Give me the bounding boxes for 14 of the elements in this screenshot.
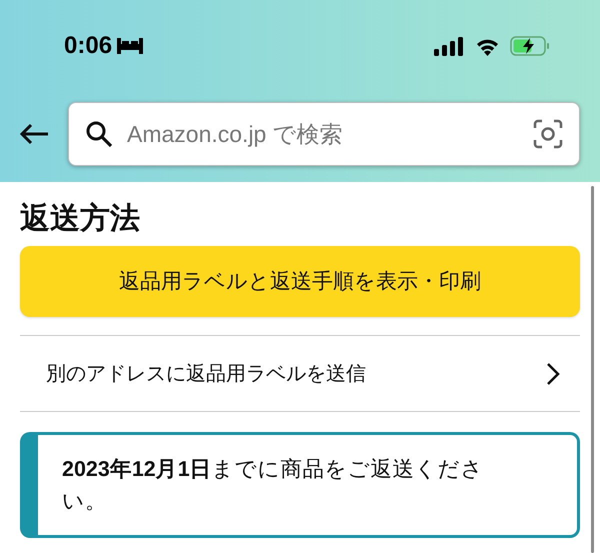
search-bar[interactable]: Amazon.co.jp で検索: [68, 102, 580, 166]
search-icon: [85, 120, 113, 148]
wifi-icon: [475, 36, 500, 56]
search-field[interactable]: Amazon.co.jp で検索: [127, 116, 533, 152]
return-deadline-text: 2023年12月1日までに商品をご返送ください。: [62, 456, 485, 515]
status-time: 0:06: [64, 31, 112, 61]
chevron-right-icon: [546, 362, 560, 386]
print-label-button[interactable]: 返品用ラベルと返送手順を表示・印刷: [20, 246, 580, 317]
battery-icon: [510, 36, 550, 56]
signal-icon: [434, 36, 465, 56]
send-label-row[interactable]: 別のアドレスに返品用ラベルを送信: [20, 336, 580, 411]
page-title: 返送方法: [20, 200, 141, 237]
camera-icon[interactable]: [533, 119, 563, 149]
back-arrow-icon: [18, 122, 50, 146]
